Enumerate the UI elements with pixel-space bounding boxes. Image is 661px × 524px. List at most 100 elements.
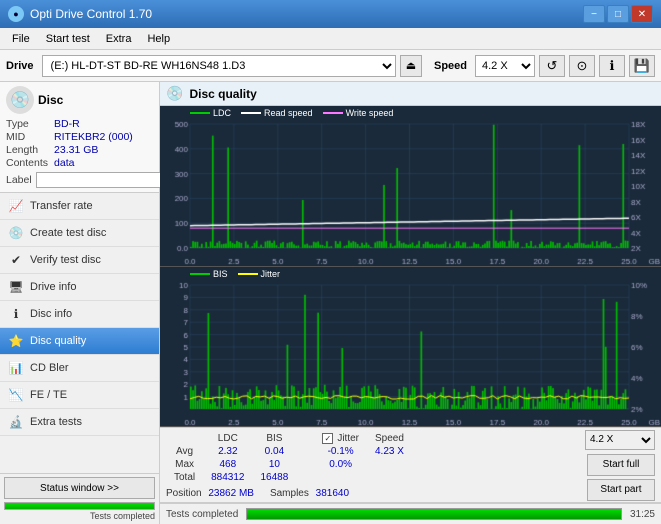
minimize-button[interactable]: −	[583, 5, 605, 23]
main-content: 💿 Disc Type BD-R MID RITEKBR2 (000) Leng…	[0, 82, 661, 524]
maximize-button[interactable]: □	[607, 5, 629, 23]
avg-spacer	[296, 445, 314, 458]
cd-bler-icon: 📊	[8, 360, 24, 376]
max-label: Max	[166, 458, 203, 471]
sidebar-item-extra-tests[interactable]: 🔬 Extra tests	[0, 409, 159, 436]
avg-bis: 0.04	[253, 445, 297, 458]
menu-start-test[interactable]: Start test	[38, 31, 98, 47]
max-ldc: 468	[203, 458, 252, 471]
fe-te-icon: 📉	[8, 387, 24, 403]
drive-toolbar: Drive (E:) HL-DT-ST BD-RE WH16NS48 1.D3 …	[0, 50, 661, 82]
legend-bis: BIS	[190, 269, 228, 279]
info-button[interactable]: ℹ	[599, 55, 625, 77]
status-window-button[interactable]: Status window >>	[4, 477, 155, 499]
eject-button[interactable]: ⏏	[400, 55, 422, 77]
max-bis: 10	[253, 458, 297, 471]
label-row: Label ✎	[6, 172, 153, 188]
refresh-button[interactable]: ↺	[539, 55, 565, 77]
menu-extra[interactable]: Extra	[98, 31, 140, 47]
drive-info-label: Drive info	[30, 281, 76, 293]
right-content: 💿 Disc quality LDC Read speed	[160, 82, 661, 524]
title-bar: ● Opti Drive Control 1.70 − □ ✕	[0, 0, 661, 28]
bis-chart: BIS Jitter	[160, 267, 661, 428]
disc-quality-icon: ⭐	[8, 333, 24, 349]
start-part-button[interactable]: Start part	[587, 479, 655, 501]
transfer-rate-icon: 📈	[8, 198, 24, 214]
legend-jitter: Jitter	[238, 269, 281, 279]
status-completed-text: Tests completed	[4, 511, 155, 521]
main-progress-fill	[247, 509, 621, 519]
charts-area: LDC Read speed Write speed	[160, 106, 661, 502]
drive-select[interactable]: (E:) HL-DT-ST BD-RE WH16NS48 1.D3	[42, 55, 396, 77]
menu-help[interactable]: Help	[139, 31, 178, 47]
status-bar-sidebar: Status window >> Tests completed	[0, 473, 159, 524]
write-speed-label: Write speed	[346, 108, 394, 118]
sidebar-item-fe-te[interactable]: 📉 FE / TE	[0, 382, 159, 409]
col-row	[166, 432, 203, 445]
top-chart-legend: LDC Read speed Write speed	[190, 108, 393, 118]
contents-value: data	[54, 157, 153, 169]
samples-label: Samples	[270, 488, 309, 499]
speed-select[interactable]: 4.2 X	[475, 55, 535, 77]
create-test-disc-icon: 💿	[8, 225, 24, 241]
label-input[interactable]	[36, 172, 174, 188]
ldc-chart: LDC Read speed Write speed	[160, 106, 661, 267]
ldc-color	[190, 112, 210, 114]
main-progress-bar	[246, 508, 622, 520]
disc-info-icon: ℹ	[8, 306, 24, 322]
sidebar-item-create-test-disc[interactable]: 💿 Create test disc	[0, 220, 159, 247]
transfer-rate-label: Transfer rate	[30, 200, 93, 212]
menu-file[interactable]: File	[4, 31, 38, 47]
max-speed-spacer	[367, 458, 412, 471]
total-jitter-spacer	[314, 471, 367, 484]
col-jitter: ✓ Jitter	[314, 432, 367, 445]
read-speed-label: Read speed	[264, 108, 313, 118]
action-buttons: Start full Start part	[587, 454, 655, 501]
total-speed-spacer	[367, 471, 412, 484]
extra-tests-label: Extra tests	[30, 416, 82, 428]
jitter-legend-label: Jitter	[261, 269, 281, 279]
burn-button[interactable]: ⊙	[569, 55, 595, 77]
close-button[interactable]: ✕	[631, 5, 653, 23]
disc-quality-label: Disc quality	[30, 335, 86, 347]
sidebar-item-disc-info[interactable]: ℹ Disc info	[0, 301, 159, 328]
stats-speed-select[interactable]: 4.2 X	[585, 430, 655, 450]
speed-select-row: 4.2 X	[585, 430, 655, 450]
avg-ldc: 2.32	[203, 445, 252, 458]
save-button[interactable]: 💾	[629, 55, 655, 77]
ldc-label: LDC	[213, 108, 231, 118]
speed-label: Speed	[434, 60, 467, 72]
status-progress-bar	[4, 502, 155, 510]
contents-label: Contents	[6, 157, 48, 169]
start-full-button[interactable]: Start full	[587, 454, 655, 476]
disc-icon: 💿	[6, 86, 34, 114]
samples-row: Samples 381640	[270, 488, 349, 499]
type-label: Type	[6, 118, 48, 130]
sidebar: 💿 Disc Type BD-R MID RITEKBR2 (000) Leng…	[0, 82, 160, 524]
legend-read-speed: Read speed	[241, 108, 313, 118]
sidebar-item-drive-info[interactable]: 🖥 Drive info	[0, 274, 159, 301]
jitter-header: ✓ Jitter	[322, 433, 359, 444]
total-bis: 16488	[253, 471, 297, 484]
sidebar-item-cd-bler[interactable]: 📊 CD Bler	[0, 355, 159, 382]
stats-row: LDC BIS ✓ Jitter Speed	[160, 427, 661, 502]
disc-quality-title: Disc quality	[189, 87, 256, 101]
bis-label: BIS	[213, 269, 228, 279]
disc-panel-title: Disc	[38, 93, 63, 107]
right-controls: 4.2 X Start full Start part	[585, 432, 655, 498]
sidebar-item-verify-test-disc[interactable]: ✔ Verify test disc	[0, 247, 159, 274]
jitter-color	[238, 273, 258, 275]
sidebar-item-disc-quality[interactable]: ⭐ Disc quality	[0, 328, 159, 355]
total-ldc: 884312	[203, 471, 252, 484]
col-ldc: LDC	[203, 432, 252, 445]
fe-te-label: FE / TE	[30, 389, 67, 401]
jitter-checkbox[interactable]: ✓	[322, 433, 333, 444]
extra-tests-icon: 🔬	[8, 414, 24, 430]
app-title: Opti Drive Control 1.70	[30, 7, 152, 21]
bottom-chart-canvas	[160, 267, 661, 427]
label-label: Label	[6, 174, 32, 186]
mid-label: MID	[6, 131, 48, 143]
app-icon: ●	[8, 6, 24, 22]
sidebar-item-transfer-rate[interactable]: 📈 Transfer rate	[0, 193, 159, 220]
position-label: Position	[166, 488, 202, 499]
